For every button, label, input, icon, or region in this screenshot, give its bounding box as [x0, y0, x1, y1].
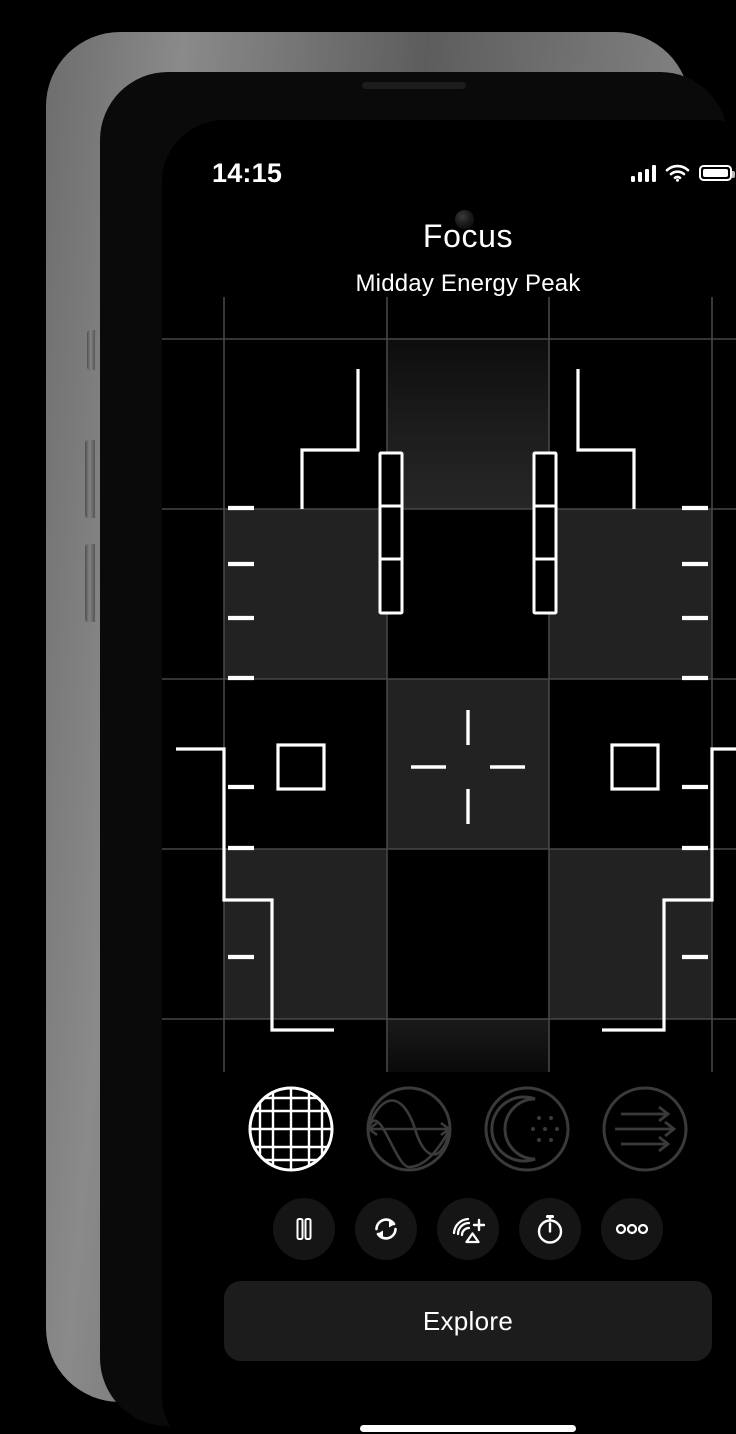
phone-frame: 14:15 Focus Midday Energy Peak Explore [46, 32, 736, 1434]
volume-down-button[interactable] [85, 544, 95, 622]
phone-screen: 14:15 Focus Midday Energy Peak Explore [162, 120, 736, 1434]
more-button[interactable] [601, 1198, 663, 1260]
pause-button[interactable] [273, 1198, 335, 1260]
moon-stars-icon [484, 1086, 570, 1172]
capsule-bar-left [378, 451, 404, 615]
mode-button-grid[interactable] [245, 1083, 337, 1175]
volume-up-button[interactable] [85, 440, 95, 518]
screenshot-stage: 14:15 Focus Midday Energy Peak Explore [0, 0, 736, 1434]
arrows-flow-icon [602, 1086, 688, 1172]
battery-icon [699, 165, 735, 181]
grid-sphere-icon [248, 1086, 334, 1172]
capsule-bar-right [532, 451, 558, 615]
status-bar-indicators [630, 164, 735, 182]
status-bar-time: 14:15 [212, 157, 283, 188]
more-ellipsis-icon [615, 1223, 649, 1235]
mode-button-flow[interactable] [599, 1083, 691, 1175]
wifi-icon [665, 164, 690, 182]
timer-button[interactable] [519, 1198, 581, 1260]
mode-button-wave[interactable] [363, 1083, 455, 1175]
pause-icon [296, 1218, 312, 1240]
viz-panels [224, 339, 712, 1072]
focus-grid-visualization[interactable] [162, 297, 736, 1072]
mode-selector [162, 1083, 736, 1175]
header: Focus Midday Energy Peak [162, 218, 736, 298]
silent-switch-button[interactable] [87, 330, 95, 370]
wave-icon [366, 1086, 452, 1172]
cellular-signal-icon [630, 164, 656, 182]
earpiece-speaker [362, 82, 466, 89]
loop-button[interactable] [355, 1198, 417, 1260]
status-bar: 14:15 [162, 120, 736, 198]
explore-button[interactable]: Explore [224, 1281, 712, 1361]
add-to-queue-button[interactable] [437, 1198, 499, 1260]
phone-bezel: 14:15 Focus Midday Energy Peak Explore [100, 72, 736, 1434]
airplay-add-icon [452, 1217, 485, 1244]
home-indicator[interactable] [360, 1425, 576, 1432]
loop-icon [375, 1218, 397, 1240]
mode-button-night[interactable] [481, 1083, 573, 1175]
transport-controls [162, 1198, 736, 1260]
explore-button-container: Explore [162, 1281, 736, 1361]
page-subtitle: Midday Energy Peak [355, 270, 581, 297]
page-title: Focus [422, 218, 514, 254]
timer-icon [537, 1215, 563, 1244]
